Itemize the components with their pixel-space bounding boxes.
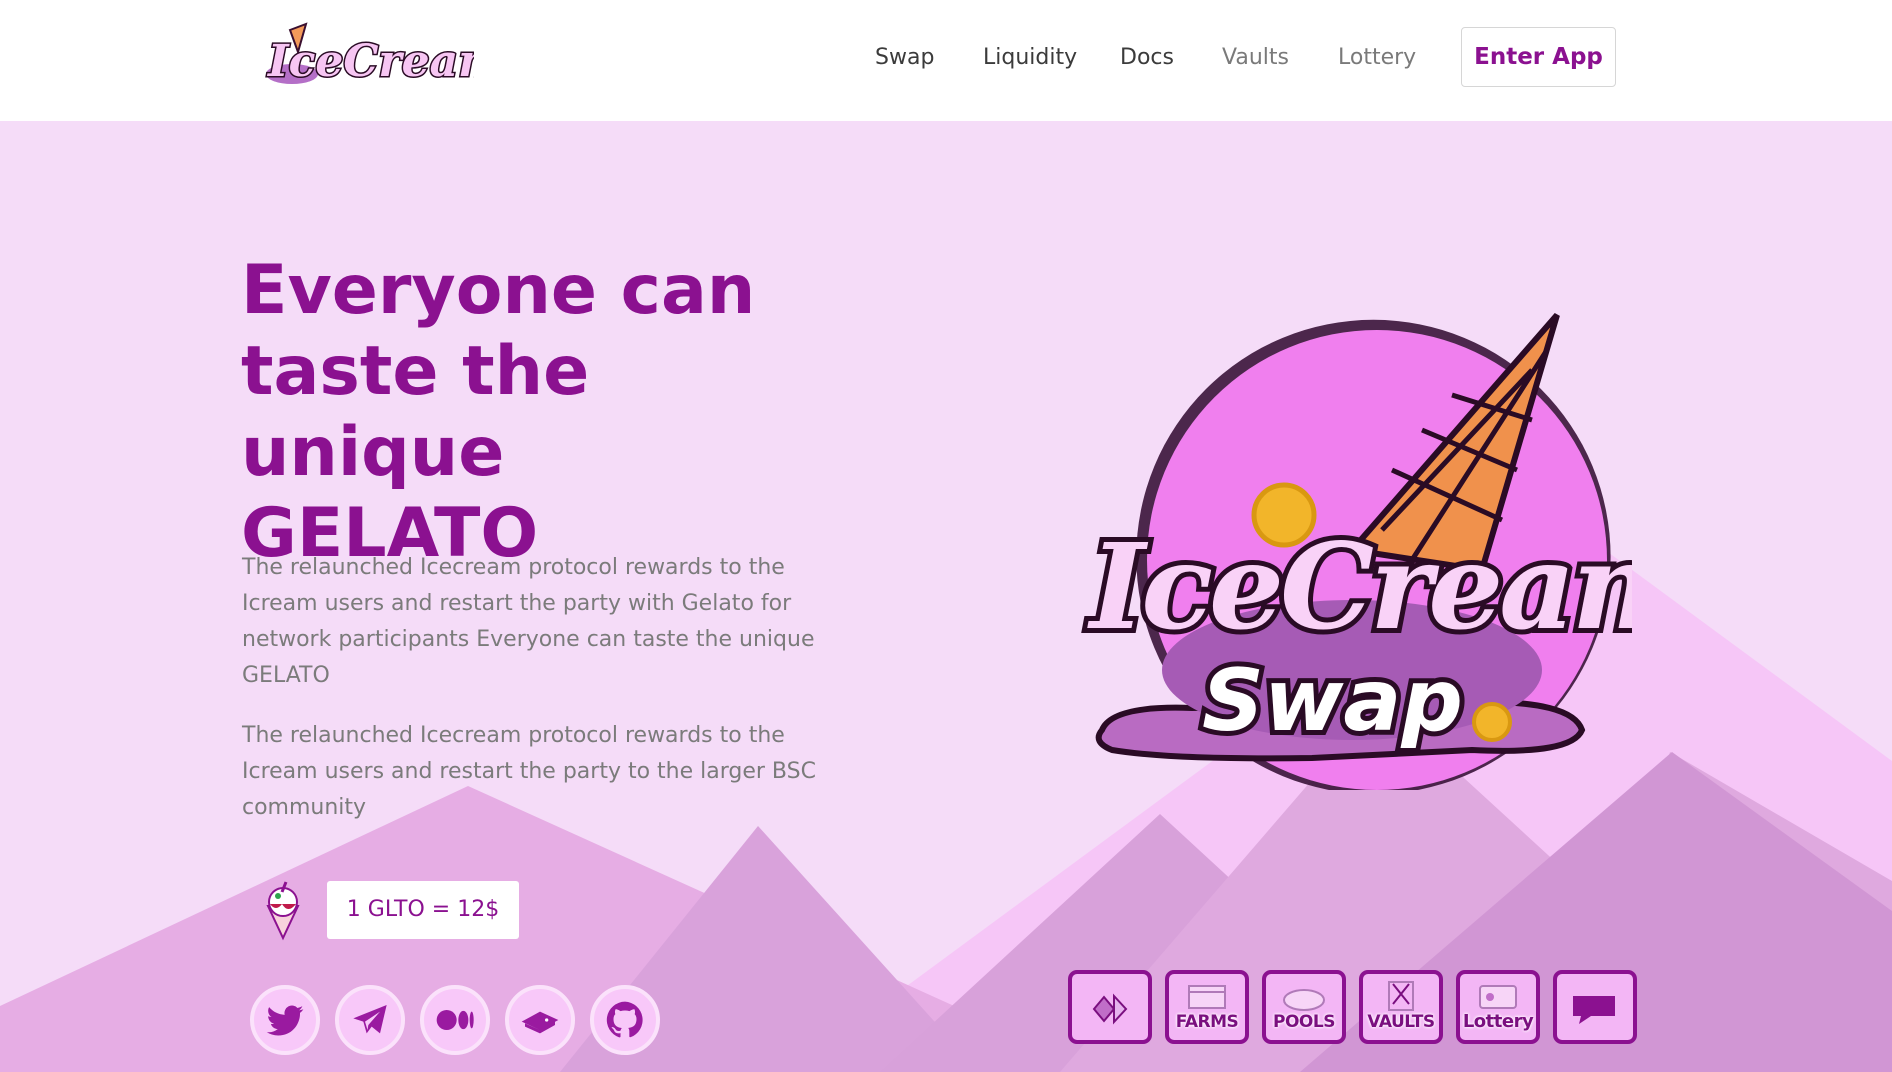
feature-chat[interactable] [1553,970,1637,1044]
art-title-icecream: IceCream [1087,517,1632,656]
gitbook-link[interactable] [505,985,575,1055]
feature-label: FARMS [1175,1012,1239,1032]
lottery-icon [1479,985,1517,1009]
medium-link[interactable] [420,985,490,1055]
github-icon [606,1001,643,1038]
vaults-icon [1388,981,1414,1011]
nav-docs[interactable]: Docs [1120,38,1174,78]
hero-description-1: The relaunched Icecream protocol rewards… [242,555,815,688]
github-link[interactable] [590,985,660,1055]
nav-vaults[interactable]: Vaults [1222,38,1289,78]
feature-label: VAULTS [1367,1012,1435,1032]
telegram-icon [353,1005,387,1034]
feature-lottery[interactable]: Lottery [1456,970,1540,1044]
telegram-link[interactable] [335,985,405,1055]
chat-icon [1573,996,1615,1024]
gitbook-icon [521,1011,559,1034]
feature-farms[interactable]: FARMS [1165,970,1249,1044]
bridge-icon [1092,993,1128,1025]
logo-wordmark: IceCream [266,36,474,87]
feature-label: POOLS [1273,1012,1335,1032]
feature-vaults[interactable]: VAULTS [1359,970,1443,1044]
feature-bridge[interactable] [1068,970,1152,1044]
hero-title-line: taste the unique [241,332,590,492]
hero-description-2: The relaunched Icecream protocol rewards… [242,723,816,820]
art-title-swap: Swap [1202,651,1463,751]
hero-title-line: Everyone can [241,251,756,330]
hero-section: Everyone can taste the unique GELATO The… [0,121,1892,1072]
nav-swap[interactable]: Swap [875,38,934,78]
feature-pools[interactable]: POOLS [1262,970,1346,1044]
enter-app-button[interactable]: Enter App [1461,27,1616,87]
pools-icon [1283,989,1325,1011]
nav-lottery[interactable]: Lottery [1338,38,1416,78]
twitter-link[interactable] [250,985,320,1055]
top-nav-bar: IceCream Swap Liquidity Docs Vaults Lott… [0,0,1892,121]
feature-label: Lottery [1462,1011,1534,1032]
nav-liquidity[interactable]: Liquidity [983,38,1077,78]
gelato-price-badge: 1 GLTO = 12$ [327,881,519,939]
gelato-token-icon [258,880,308,942]
twitter-icon [266,1005,304,1036]
icecream-logo[interactable]: IceCream [262,22,506,90]
icecream-swap-illustration: IceCream Swap [1052,310,1702,795]
medium-icon [436,1010,474,1030]
hero-title: Everyone can taste the unique GELATO [241,250,861,574]
farms-icon [1188,985,1226,1009]
